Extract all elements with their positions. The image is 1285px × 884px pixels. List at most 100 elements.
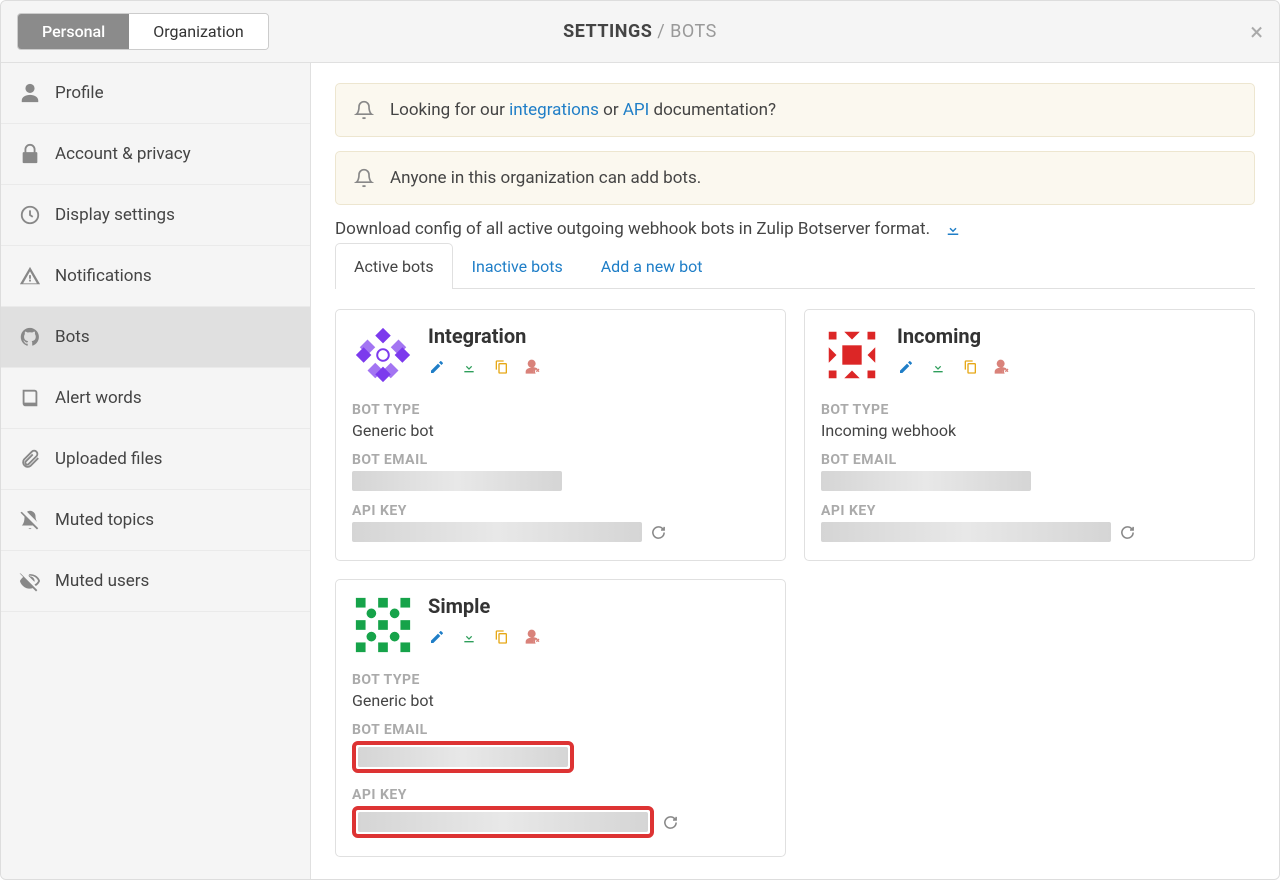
sidebar-item-uploaded-files[interactable]: Uploaded files [1,429,310,490]
bell-off-icon [19,509,41,531]
bot-card: Simple BOT TYPE Generic bot BOT EMAIL AP… [335,579,786,857]
bot-type-value: Generic bot [352,421,769,440]
bot-email-value [352,471,562,491]
user-icon [19,82,41,104]
title-strong: SETTINGS [563,21,652,42]
alert-icon [19,265,41,287]
sidebar-item-label: Bots [55,327,90,347]
sidebar-item-label: Uploaded files [55,449,162,469]
bot-name: Incoming [897,324,1238,348]
api-key-label: API KEY [352,787,769,803]
settings-modal: Personal Organization SETTINGS / BOTS × … [0,0,1280,880]
copy-icon[interactable] [492,358,510,376]
sidebar-item-label: Muted users [55,571,149,591]
bot-email-label: BOT EMAIL [352,722,769,738]
avatar [352,594,414,656]
api-key-label: API KEY [821,503,1238,519]
bot-type-label: BOT TYPE [821,402,1238,418]
api-link[interactable]: API [623,100,649,120]
notice-mid: or [599,100,623,120]
notice-text: Looking for our integrations or API docu… [390,100,776,120]
sidebar-item-profile[interactable]: Profile [1,63,310,124]
tab-organization[interactable]: Organization [129,14,267,49]
avatar [821,324,883,386]
sidebar-item-muted-topics[interactable]: Muted topics [1,490,310,551]
notice-text: Anyone in this organization can add bots… [390,168,701,188]
title-sep: / [652,21,670,42]
api-key-value [821,522,1111,542]
sidebar-item-notifications[interactable]: Notifications [1,246,310,307]
bot-type-label: BOT TYPE [352,672,769,688]
bot-grid: Integration BOT TYPE Generic bot BOT EMA… [335,309,1255,857]
download-icon[interactable] [460,358,478,376]
notice-pre: Looking for our [390,100,509,120]
content: Looking for our integrations or API docu… [311,63,1279,879]
sidebar-item-account-privacy[interactable]: Account & privacy [1,124,310,185]
bell-icon [354,100,374,120]
bot-email-label: BOT EMAIL [821,452,1238,468]
notice-integrations: Looking for our integrations or API docu… [335,83,1255,137]
api-key-value [358,812,648,832]
sidebar-item-label: Muted topics [55,510,154,530]
sidebar-item-label: Notifications [55,266,152,286]
sidebar-item-label: Alert words [55,388,142,408]
sidebar-item-muted-users[interactable]: Muted users [1,551,310,612]
bot-email-value [821,471,1031,491]
notice-permissions: Anyone in this organization can add bots… [335,151,1255,205]
download-icon[interactable] [929,358,947,376]
avatar [352,324,414,386]
sidebar-item-bots[interactable]: Bots [1,307,310,368]
edit-icon[interactable] [428,628,446,646]
bot-card: Incoming BOT TYPE Incoming webhook BOT E… [804,309,1255,561]
bot-subtabs: Active bots Inactive bots Add a new bot [335,243,1255,289]
notice-post: documentation? [649,100,776,120]
refresh-icon[interactable] [662,814,678,830]
bot-name: Integration [428,324,769,348]
sidebar: Profile Account & privacy Display settings… [1,63,311,879]
sidebar-item-label: Display settings [55,205,175,225]
sidebar-item-display-settings[interactable]: Display settings [1,185,310,246]
api-key-label: API KEY [352,503,769,519]
paperclip-icon [19,448,41,470]
github-icon [19,326,41,348]
bot-email-label: BOT EMAIL [352,452,769,468]
lock-icon [19,143,41,165]
sidebar-item-label: Profile [55,83,104,103]
bot-type-value: Incoming webhook [821,421,1238,440]
copy-icon[interactable] [961,358,979,376]
download-icon[interactable] [944,220,962,238]
api-key-value [352,522,642,542]
title-light: BOTS [670,21,717,42]
bot-email-value [358,747,568,767]
refresh-icon[interactable] [650,524,666,540]
page-title: SETTINGS / BOTS [563,21,717,42]
close-icon[interactable]: × [1250,20,1263,44]
modal-header: Personal Organization SETTINGS / BOTS × [1,1,1279,63]
clock-icon [19,204,41,226]
subtab-inactive-bots[interactable]: Inactive bots [453,243,582,289]
tab-personal[interactable]: Personal [18,14,129,49]
deactivate-icon[interactable] [524,358,542,376]
deactivate-icon[interactable] [524,628,542,646]
modal-body: Profile Account & privacy Display settings… [1,63,1279,879]
scope-tab-switch: Personal Organization [17,13,269,50]
deactivate-icon[interactable] [993,358,1011,376]
eye-off-icon [19,570,41,592]
bot-type-label: BOT TYPE [352,402,769,418]
bot-card: Integration BOT TYPE Generic bot BOT EMA… [335,309,786,561]
sidebar-item-alert-words[interactable]: Alert words [1,368,310,429]
refresh-icon[interactable] [1119,524,1135,540]
bot-name: Simple [428,594,769,618]
sidebar-item-label: Account & privacy [55,144,191,164]
download-config-row: Download config of all active outgoing w… [335,219,1255,239]
subtab-active-bots[interactable]: Active bots [335,243,453,289]
bot-type-value: Generic bot [352,691,769,710]
edit-icon[interactable] [428,358,446,376]
download-config-text: Download config of all active outgoing w… [335,219,930,239]
subtab-add-bot[interactable]: Add a new bot [582,243,722,289]
edit-icon[interactable] [897,358,915,376]
bell-icon [354,168,374,188]
copy-icon[interactable] [492,628,510,646]
integrations-link[interactable]: integrations [509,100,599,120]
download-icon[interactable] [460,628,478,646]
